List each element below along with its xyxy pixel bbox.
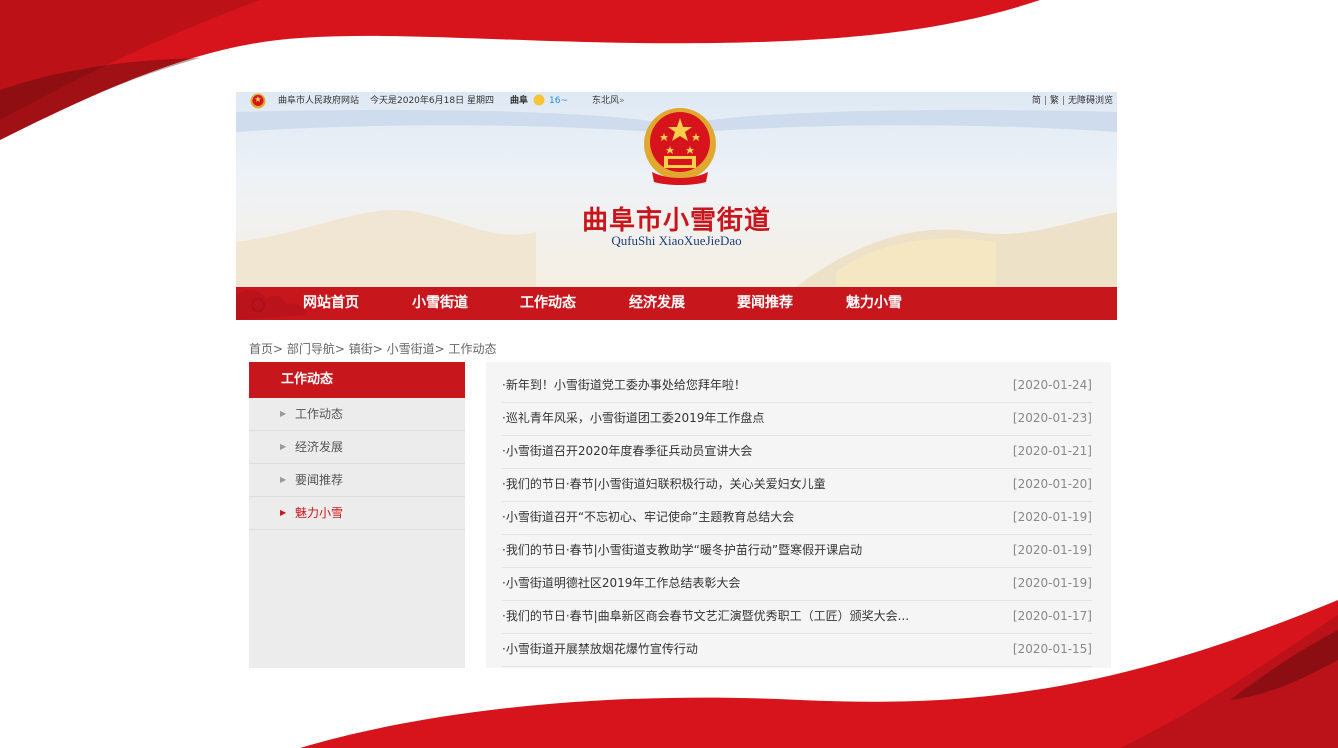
news-title[interactable]: ·小雪街道明德社区2019年工作总结表彰大会	[502, 567, 740, 600]
nav-work-updates[interactable]: 工作动态	[498, 287, 598, 320]
list-item[interactable]: ·小雪街道召开“不忘初心、牢记使命”主题教育总结大会 [2020-01-19]	[502, 501, 1092, 535]
news-title[interactable]: ·我们的节日·春节|小雪街道支教助学“暖冬护苗行动”暨寒假开课启动	[502, 534, 862, 567]
weather-wind: 东北风	[592, 96, 620, 106]
sidebar: 工作动态 ▶ 工作动态 ▶ 经济发展 ▶ 要闻推荐 ▶ 魅力小雪	[249, 362, 465, 668]
news-date: [2020-01-15]	[1012, 642, 1092, 656]
list-item[interactable]: ·巡礼青年风采，小雪街道团工委2019年工作盘点 [2020-01-23]	[502, 402, 1092, 436]
sidebar-item-charm-xiaoxue[interactable]: ▶ 魅力小雪	[249, 497, 465, 530]
news-title[interactable]: ·我们的节日·春节|曲阜新区商会春节文艺汇演暨优秀职工（工匠）颁奖大会...	[502, 600, 909, 633]
sunny-weather-icon	[533, 94, 545, 106]
sidebar-title: 工作动态	[249, 362, 465, 398]
news-title[interactable]: ·巡礼青年风采，小雪街道团工委2019年工作盘点	[502, 402, 764, 435]
weather-city: 曲阜	[510, 96, 529, 106]
list-item[interactable]: ·新年到！小雪街道党工委办事处给您拜年啦！ [2020-01-24]	[502, 369, 1092, 403]
accessibility-link[interactable]: 无障碍浏览	[1068, 96, 1113, 106]
arrow-right-icon: ▶	[280, 475, 287, 484]
sidebar-item-work-updates[interactable]: ▶ 工作动态	[249, 398, 465, 431]
news-list: ·新年到！小雪街道党工委办事处给您拜年啦！ [2020-01-24] ·巡礼青年…	[486, 362, 1111, 668]
sidebar-item-label: 魅力小雪	[295, 506, 344, 520]
arrow-right-icon: ▶	[280, 508, 287, 517]
site-title: 曲阜市小雪街道	[581, 206, 771, 236]
header-banner: 曲阜市人民政府网站 今天是2020年6月18日 星期四 曲阜 16~ 东北风 »…	[236, 92, 1117, 287]
nav-economic-development[interactable]: 经济发展	[607, 287, 707, 320]
site-subtitle: QufuShi XiaoXueJieDao	[611, 233, 742, 248]
weather-temperature: 16~	[549, 96, 568, 106]
nav-xiaoxue-street[interactable]: 小雪街道	[390, 287, 490, 320]
news-title[interactable]: ·我们的节日·春节|小雪街道妇联积极行动，关心关爱妇女儿童	[502, 468, 826, 501]
news-date: [2020-01-24]	[1012, 378, 1092, 392]
current-date: 今天是2020年6月18日 星期四	[370, 96, 494, 106]
arrow-right-icon: ▶	[280, 442, 287, 451]
separator: |	[1061, 96, 1065, 106]
news-title[interactable]: ·小雪街道召开“不忘初心、牢记使命”主题教育总结大会	[502, 501, 794, 534]
weather-more-arrow-icon[interactable]: »	[619, 92, 625, 110]
news-title[interactable]: ·新年到！小雪街道党工委办事处给您拜年啦！	[502, 369, 746, 402]
main-navigation: 网站首页 小雪街道 工作动态 经济发展 要闻推荐 魅力小雪	[236, 287, 1117, 320]
government-site-link[interactable]: 曲阜市人民政府网站	[278, 92, 359, 110]
national-emblem-icon	[250, 93, 266, 109]
news-date: [2020-01-21]	[1012, 444, 1092, 458]
list-item[interactable]: ·小雪街道明德社区2019年工作总结表彰大会 [2020-01-19]	[502, 567, 1092, 601]
site-container: 曲阜市人民政府网站 今天是2020年6月18日 星期四 曲阜 16~ 东北风 »…	[236, 92, 1117, 672]
list-item[interactable]: ·小雪街道开展禁放烟花爆竹宣传行动 [2020-01-15]	[502, 633, 1092, 667]
list-item[interactable]: ·我们的节日·春节|曲阜新区商会春节文艺汇演暨优秀职工（工匠）颁奖大会... […	[502, 600, 1092, 634]
news-date: [2020-01-19]	[1012, 576, 1092, 590]
breadcrumb[interactable]: 首页> 部门导航> 镇街> 小雪街道> 工作动态	[249, 340, 496, 357]
list-item[interactable]: ·我们的节日·春节|小雪街道妇联积极行动，关心关爱妇女儿童 [2020-01-2…	[502, 468, 1092, 502]
news-date: [2020-01-19]	[1012, 543, 1092, 557]
sidebar-item-label: 工作动态	[295, 407, 344, 421]
arrow-right-icon: ▶	[280, 409, 287, 418]
news-title[interactable]: ·小雪街道召开2020年度春季征兵动员宣讲大会	[502, 435, 752, 468]
list-item[interactable]: ·我们的节日·春节|小雪街道支教助学“暖冬护苗行动”暨寒假开课启动 [2020-…	[502, 534, 1092, 568]
news-date: [2020-01-20]	[1012, 477, 1092, 491]
list-item[interactable]: ·小雪街道召开2020年度春季征兵动员宣讲大会 [2020-01-21]	[502, 435, 1092, 469]
separator: |	[1043, 96, 1047, 106]
simplified-chinese-link[interactable]: 简	[1032, 96, 1041, 106]
sidebar-item-economic-development[interactable]: ▶ 经济发展	[249, 431, 465, 464]
nav-home[interactable]: 网站首页	[281, 287, 381, 320]
news-title[interactable]: ·小雪街道开展禁放烟花爆竹宣传行动	[502, 633, 698, 666]
news-date: [2020-01-19]	[1012, 510, 1092, 524]
nav-featured-news[interactable]: 要闻推荐	[715, 287, 815, 320]
national-emblem-icon	[644, 108, 716, 185]
news-date: [2020-01-23]	[1012, 411, 1092, 425]
nav-charm-xiaoxue[interactable]: 魅力小雪	[824, 287, 924, 320]
sidebar-item-featured-news[interactable]: ▶ 要闻推荐	[249, 464, 465, 497]
topbar-links: 简 | 繁 | 无障碍浏览	[1032, 92, 1113, 110]
sidebar-item-label: 要闻推荐	[295, 473, 344, 487]
news-date: [2020-01-17]	[1012, 609, 1092, 623]
sidebar-item-label: 经济发展	[295, 440, 344, 454]
traditional-chinese-link[interactable]: 繁	[1050, 96, 1059, 106]
